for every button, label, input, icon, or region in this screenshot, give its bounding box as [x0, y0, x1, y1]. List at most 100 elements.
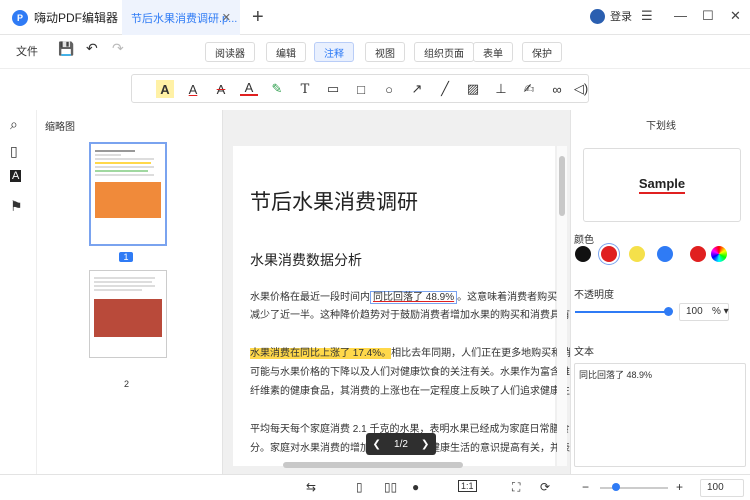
horizontal-scrollbar[interactable] [233, 460, 555, 470]
tab-forms[interactable]: 表单 [473, 42, 513, 62]
close-window-icon[interactable]: ✕ [730, 8, 741, 24]
maximize-icon[interactable]: ☐ [702, 8, 714, 24]
panel-title: 下划线 [646, 121, 676, 132]
opacity-slider[interactable] [575, 311, 669, 313]
highlight-annotation[interactable]: 水果消费在同比上涨了 17.4%。 [250, 348, 392, 359]
zoom-out-icon[interactable]: − [582, 480, 589, 494]
scroll-thumb[interactable] [559, 156, 565, 216]
paragraph-line[interactable]: 可能与水果价格的下降以及人们对健康饮食的关注有关。水果作为富含维 [250, 363, 570, 382]
main-toolbar: 文件 💾 ↶ ↷ 阅读器 编辑 注释 视图 组织页面 表单 保护 [0, 35, 750, 69]
color-swatch-yellow[interactable] [629, 246, 645, 262]
bottom-bar: ⇆ ▯ ▯▯ ● 1:1 ⛶ ⟳ − + 100 [0, 474, 750, 500]
audio-icon[interactable]: ◁) [572, 80, 590, 98]
style-preview: Sample [583, 148, 741, 222]
file-menu[interactable]: 文件 [16, 43, 38, 59]
page-thumbnail-1[interactable] [89, 142, 167, 246]
bookmark-icon[interactable]: ⚑ [10, 198, 23, 215]
two-page-icon[interactable]: ▯▯ [384, 480, 397, 494]
document-tab[interactable]: 节后水果消费调研.p... ✕ [122, 0, 240, 35]
left-icon-strip: ⌕ ▯ A ⚑ [0, 110, 37, 474]
page-number-1: 1 [119, 252, 133, 262]
login-button[interactable]: 登录 [590, 8, 632, 24]
document-title: 节后水果消费调研 [250, 191, 418, 214]
prev-page-icon[interactable]: ❮ [373, 439, 381, 450]
arrow-icon[interactable]: ↗ [408, 80, 426, 98]
fit-width-icon[interactable]: ⇆ [306, 480, 316, 494]
new-tab-button[interactable]: + [252, 6, 264, 29]
zoom-in-icon[interactable]: + [676, 480, 683, 494]
font-panel-icon[interactable]: A [10, 170, 22, 182]
comment-icon[interactable]: ▭ [324, 80, 342, 98]
single-page-icon[interactable]: ▯ [356, 480, 363, 494]
document-canvas: 节后水果消费调研 水果消费数据分析 水果价格在最近一段时间内 同比回落了 48.9… [223, 110, 570, 474]
annotation-toolbar: A A A A ✎ T ▭ □ ○ ↗ ╱ ▨ ⊥ ✍ ∞ ◁) [131, 74, 589, 103]
link-icon[interactable]: ∞ [548, 80, 566, 98]
paragraph-line[interactable]: 水果价格在最近一段时间内 同比回落了 48.9% 。这意味着消费者购买水 [250, 288, 570, 307]
zoom-slider[interactable] [600, 487, 668, 489]
custom-color-swatch[interactable] [690, 246, 706, 262]
vertical-scrollbar[interactable] [557, 146, 567, 466]
rectangle-icon[interactable]: □ [352, 80, 370, 98]
color-picker-icon[interactable] [711, 246, 727, 262]
image-icon[interactable]: ▨ [464, 80, 482, 98]
scroll-thumb[interactable] [283, 462, 463, 468]
tab-organize-pages[interactable]: 组织页面 [414, 42, 474, 62]
paragraph-line[interactable]: 水果消费在同比上涨了 17.4%。相比去年同期，人们正在更多地购买和消 [250, 344, 570, 363]
tab-protect[interactable]: 保护 [522, 42, 562, 62]
opacity-slider-handle[interactable] [664, 307, 673, 316]
line-icon[interactable]: ╱ [436, 80, 454, 98]
text-color-icon[interactable]: A [240, 80, 258, 96]
text-label: 文本 [574, 347, 594, 358]
menu-icon[interactable]: ☰ [641, 8, 653, 24]
title-bar: P 嗨动PDF编辑器 节后水果消费调研.p... ✕ + 登录 ☰ — ☐ ✕ [0, 0, 750, 35]
highlight-icon[interactable]: A [156, 80, 174, 98]
close-tab-icon[interactable]: ✕ [222, 11, 231, 24]
opacity-unit[interactable]: % ▾ [712, 306, 729, 317]
zoom-input[interactable]: 100 [700, 479, 744, 497]
tab-edit[interactable]: 编辑 [266, 42, 306, 62]
document-page: 节后水果消费调研 水果消费数据分析 水果价格在最近一段时间内 同比回落了 48.9… [233, 146, 570, 466]
tab-view[interactable]: 视图 [365, 42, 405, 62]
rotate-icon[interactable]: ⟳ [540, 480, 550, 494]
signature-icon[interactable]: ✍ [520, 80, 538, 98]
color-swatch-blue[interactable] [657, 246, 673, 262]
opacity-unit-text: % [712, 306, 721, 317]
text-run: 。这意味着消费者购买水 [457, 292, 568, 303]
circle-icon[interactable]: ○ [380, 80, 398, 98]
login-label: 登录 [610, 11, 632, 23]
page-thumbnail-2[interactable] [89, 270, 167, 358]
preview-text: Sample [638, 176, 686, 194]
paragraph-line[interactable]: 纤维素的健康食品，其消费的上涨也在一定程度上反映了人们追求健康生 [250, 382, 570, 401]
underline-annotation[interactable]: 同比回落了 48.9% [370, 291, 458, 304]
section-heading: 水果消费数据分析 [250, 252, 362, 268]
redo-icon[interactable]: ↷ [112, 40, 124, 57]
thumbnail-panel: 缩略图 1 2 [37, 110, 223, 474]
color-label: 颜色 [574, 235, 594, 246]
paragraph-line[interactable]: 减少了近一半。这种降价趋势对于鼓励消费者增加水果的购买和消费具有 [250, 306, 570, 325]
text-icon[interactable]: T [296, 80, 314, 98]
app-name: 嗨动PDF编辑器 [34, 11, 119, 25]
save-icon[interactable]: 💾 [58, 41, 74, 57]
play-icon[interactable]: ● [412, 480, 419, 494]
stamp-icon[interactable]: ⊥ [492, 80, 510, 98]
zoom-slider-handle[interactable] [612, 483, 620, 491]
tab-reader[interactable]: 阅读器 [205, 42, 255, 62]
thumbnail-icon[interactable]: ▯ [10, 143, 18, 160]
underline-icon[interactable]: A [184, 80, 202, 98]
fit-page-icon[interactable]: ⛶ [512, 480, 520, 495]
strikethrough-icon[interactable]: A [212, 80, 230, 98]
text-run: 相比去年同期，人们正在更多地购买和消 [391, 348, 570, 359]
search-icon[interactable]: ⌕ [10, 116, 18, 133]
text-run: 水果价格在最近一段时间内 [250, 292, 370, 303]
annotation-text-field[interactable]: 同比回落了 48.9% [574, 363, 746, 467]
actual-size-button[interactable]: 1:1 [458, 480, 477, 492]
tab-annotate[interactable]: 注释 [314, 42, 354, 62]
undo-icon[interactable]: ↶ [86, 40, 98, 57]
next-page-icon[interactable]: ❯ [421, 439, 429, 450]
page-indicator: 1/2 [394, 438, 408, 450]
minimize-icon[interactable]: — [674, 8, 687, 23]
color-swatch-red[interactable] [601, 246, 617, 262]
color-swatch-black[interactable] [575, 246, 591, 262]
page-number-2: 2 [124, 379, 130, 389]
pencil-icon[interactable]: ✎ [268, 80, 286, 98]
